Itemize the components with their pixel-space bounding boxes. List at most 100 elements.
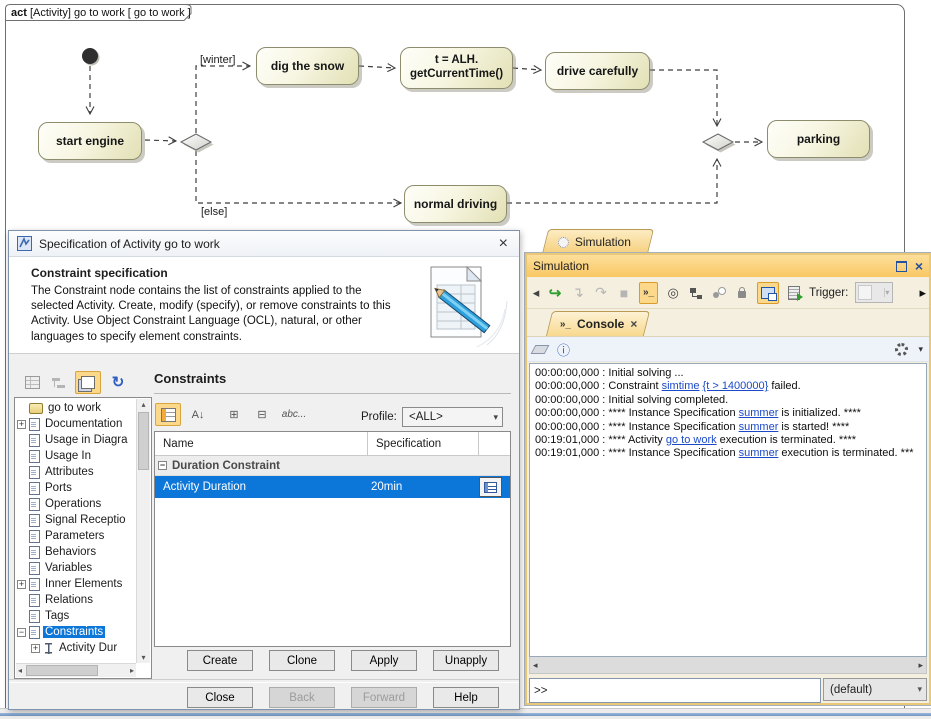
tree-item-ports[interactable]: Ports <box>17 480 136 496</box>
profile-dropdown[interactable]: <ALL> ▾ <box>402 407 503 427</box>
doc-icon <box>29 482 40 495</box>
close-button[interactable]: Close <box>187 687 253 708</box>
console-output[interactable]: 00:00:00,000 : Initial solving ...00:00:… <box>529 363 927 657</box>
action-node-parking[interactable]: parking <box>767 120 870 158</box>
open-windows-button[interactable] <box>757 282 779 304</box>
log-link[interactable]: {t > 1400000} <box>703 380 769 392</box>
column-header-name[interactable]: Name <box>155 432 368 455</box>
gear-icon[interactable] <box>895 343 908 356</box>
scroll-right-icon[interactable]: ▸ <box>918 660 923 671</box>
tree-item-inner-elements[interactable]: +Inner Elements <box>17 576 136 592</box>
expand-all-button[interactable]: ⊞ <box>221 403 247 426</box>
expander-icon[interactable]: + <box>17 580 26 589</box>
column-header-specification[interactable]: Specification <box>368 432 479 455</box>
tree-item-tags[interactable]: Tags <box>17 608 136 624</box>
spec-view-table-button[interactable] <box>19 371 45 394</box>
gear-menu-chevron-icon[interactable]: ▾ <box>918 344 923 355</box>
expander-icon[interactable]: − <box>17 628 26 637</box>
collapse-left-icon[interactable]: ◂ <box>532 283 540 303</box>
refresh-button[interactable]: ↻ <box>105 371 131 394</box>
console-input[interactable]: >> <box>529 678 821 703</box>
run-icon[interactable]: ↪ <box>547 283 563 303</box>
action-node-start-engine[interactable]: start engine <box>38 122 142 160</box>
tree-item-documentation[interactable]: +Documentation <box>17 416 136 432</box>
back-button[interactable]: Back <box>269 687 335 708</box>
scrollbar-thumb[interactable] <box>26 665 98 676</box>
scroll-right-icon[interactable]: ▸ <box>128 665 136 676</box>
apply-button[interactable]: Apply <box>351 650 417 671</box>
node-label: getCurrentTime() <box>410 68 503 82</box>
tree-item-label: Relations <box>43 594 95 606</box>
clone-button[interactable]: Clone <box>269 650 335 671</box>
initial-node[interactable] <box>82 48 98 64</box>
expander-icon[interactable]: + <box>17 420 26 429</box>
scroll-up-icon[interactable]: ▴ <box>139 399 147 410</box>
simulation-options-icon[interactable]: ◎ <box>665 283 681 303</box>
dialog-titlebar[interactable]: Specification of Activity go to work × <box>9 231 519 257</box>
unapply-button[interactable]: Unapply <box>433 650 499 671</box>
tab-simulation[interactable]: Simulation <box>542 229 654 254</box>
console-horizontal-scrollbar[interactable]: ◂ ▸ <box>529 657 927 674</box>
group-row-duration-constraint[interactable]: − Duration Constraint <box>155 456 510 476</box>
action-node-normal-driving[interactable]: normal driving <box>404 185 507 223</box>
edit-specification-button[interactable] <box>479 477 502 497</box>
tree-vertical-scrollbar[interactable]: ▴ ▾ <box>136 399 150 663</box>
restore-window-icon[interactable] <box>896 261 907 272</box>
info-icon[interactable]: ⓘ <box>557 340 570 359</box>
expand-right-icon[interactable]: ▸ <box>919 285 926 301</box>
step-into-icon[interactable]: ↴ <box>570 283 586 303</box>
tab-console[interactable]: »_ Console × <box>546 311 650 336</box>
tree-item-activity-dur[interactable]: +Activity Dur <box>17 640 136 656</box>
table-row-activity-duration[interactable]: Activity Duration 20min <box>155 476 510 498</box>
sort-button[interactable]: A↓ <box>185 403 211 426</box>
close-icon[interactable]: × <box>915 259 923 273</box>
hierarchy-icon[interactable] <box>688 283 704 303</box>
server-run-icon[interactable] <box>786 283 802 303</box>
stop-icon[interactable]: ■ <box>616 283 632 303</box>
console-toggle-button[interactable]: »_ <box>639 282 658 304</box>
tree-horizontal-scrollbar[interactable]: ◂ ▸ <box>16 663 136 677</box>
create-button[interactable]: Create <box>187 650 253 671</box>
log-link[interactable]: simtime <box>662 380 700 392</box>
tree-item-operations[interactable]: Operations <box>17 496 136 512</box>
tree-item-variables[interactable]: Variables <box>17 560 136 576</box>
tree-item-relations[interactable]: Relations <box>17 592 136 608</box>
tree-item-usage-in[interactable]: Usage In <box>17 448 136 464</box>
clear-console-icon[interactable] <box>531 345 550 354</box>
scroll-left-icon[interactable]: ◂ <box>533 660 538 671</box>
close-tab-icon[interactable]: × <box>630 317 637 331</box>
tree-item-behaviors[interactable]: Behaviors <box>17 544 136 560</box>
tree-item-constraints[interactable]: −Constraints <box>17 624 136 640</box>
spec-view-tree-button[interactable] <box>45 371 71 394</box>
collapse-group-icon[interactable]: − <box>158 461 167 470</box>
scroll-left-icon[interactable]: ◂ <box>16 665 24 676</box>
log-link[interactable]: summer <box>739 407 779 419</box>
collapse-all-button[interactable]: ⊟ <box>249 403 275 426</box>
tree-item-usage-in-diagra[interactable]: Usage in Diagra <box>17 432 136 448</box>
log-link[interactable]: summer <box>739 447 779 459</box>
tree-item-go-to-work[interactable]: go to work <box>17 400 136 416</box>
breakpoints-icon[interactable] <box>711 283 727 303</box>
tree-item-parameters[interactable]: Parameters <box>17 528 136 544</box>
lock-icon[interactable] <box>734 283 750 303</box>
scroll-down-icon[interactable]: ▾ <box>139 652 147 663</box>
forward-button[interactable]: Forward <box>351 687 417 708</box>
close-icon[interactable]: × <box>496 236 511 252</box>
tree-item-signal-receptio[interactable]: Signal Receptio <box>17 512 136 528</box>
log-link[interactable]: go to work <box>666 434 717 446</box>
trigger-dropdown[interactable]: ▾ <box>855 282 893 303</box>
log-link[interactable]: summer <box>739 421 779 433</box>
help-button[interactable]: Help <box>433 687 499 708</box>
constraints-grid-button[interactable] <box>155 403 181 426</box>
action-node-dig-the-snow[interactable]: dig the snow <box>256 47 359 85</box>
spec-view-properties-button[interactable] <box>75 371 101 394</box>
step-over-icon[interactable]: ↷ <box>593 283 609 303</box>
context-dropdown[interactable]: (default) ▾ <box>823 678 927 701</box>
abc-button[interactable]: abc... <box>281 403 307 426</box>
simulation-titlebar[interactable]: Simulation × <box>527 255 929 277</box>
expander-icon[interactable]: + <box>31 644 40 653</box>
scrollbar-thumb[interactable] <box>138 412 149 470</box>
action-node-drive-carefully[interactable]: drive carefully <box>545 52 650 90</box>
tree-item-attributes[interactable]: Attributes <box>17 464 136 480</box>
action-node-get-current-time[interactable]: t = ALH.getCurrentTime() <box>400 47 513 89</box>
